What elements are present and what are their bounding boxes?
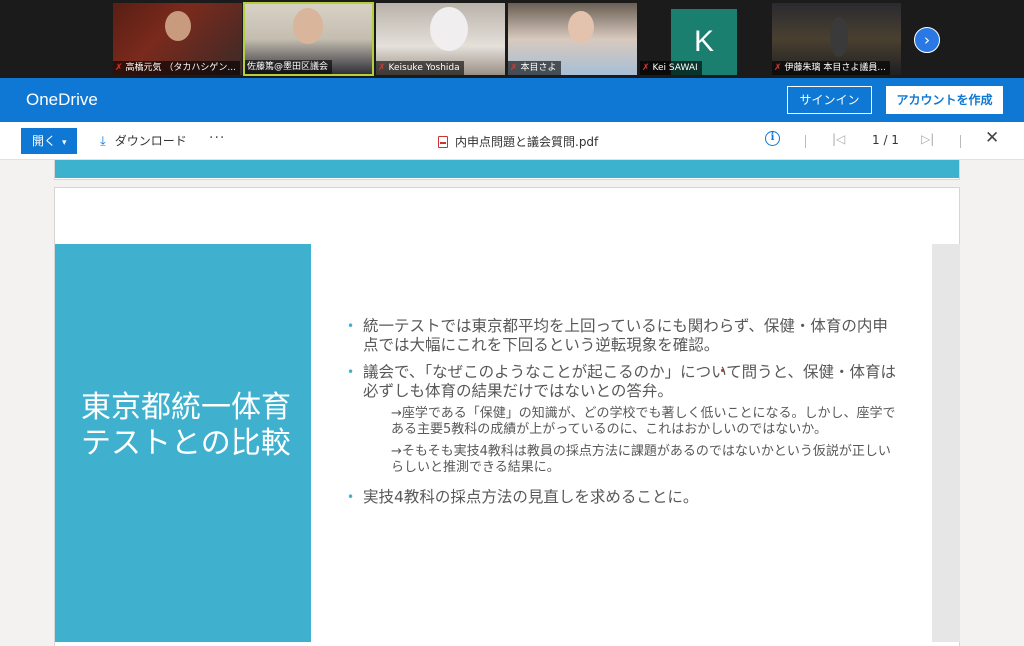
participant-name: 本目さよ xyxy=(520,63,557,73)
info-icon[interactable]: i xyxy=(765,131,780,146)
divider xyxy=(805,135,806,148)
participant-tile[interactable]: ✗ 本目さよ xyxy=(507,2,638,76)
first-page-icon[interactable]: |◁ xyxy=(832,132,845,146)
bullet-item: 統一テストでは東京都平均を上回っているにも関わらず、保健・体育の内申点では大幅に… xyxy=(347,317,897,355)
slide-title: 東京都統一体育テストとの比較 xyxy=(81,390,291,461)
signin-button[interactable]: サインイン xyxy=(787,86,872,114)
brand-title[interactable]: OneDrive xyxy=(26,90,98,110)
more-options-button[interactable]: ··· xyxy=(209,130,225,146)
previous-page-edge xyxy=(54,160,960,180)
file-name: 内申点問題と議会質問.pdf xyxy=(455,135,599,149)
sub-item: →そもそも実技4教科は教員の採点方法に課題があるのではないかという仮説が正しいら… xyxy=(391,444,891,475)
download-icon: ⤓ xyxy=(100,134,106,149)
participant-tile-active[interactable]: 佐藤篤@墨田区議会 xyxy=(243,2,374,76)
last-page-icon[interactable]: ▷| xyxy=(921,132,934,146)
participant-name: 高橋元気 （タカハシゲン... xyxy=(125,63,236,73)
participant-name: Kei SAWAI xyxy=(652,63,698,73)
pdf-file-icon xyxy=(438,136,448,148)
create-account-button[interactable]: アカウントを作成 xyxy=(886,86,1003,114)
close-icon[interactable]: ✕ xyxy=(985,128,999,148)
page-counter: 1 / 1 xyxy=(872,133,899,147)
slide-body: 統一テストでは東京都平均を上回っているにも関わらず、保健・体育の内申点では大幅に… xyxy=(347,317,897,515)
mic-muted-icon: ✗ xyxy=(510,63,518,73)
mic-muted-icon: ✗ xyxy=(115,63,123,73)
participant-name: Keisuke Yoshida xyxy=(388,63,460,73)
mic-muted-icon: ✗ xyxy=(642,63,650,73)
chevron-right-icon[interactable]: › xyxy=(914,27,940,53)
participant-name: 佐藤篤@墨田区議会 xyxy=(247,62,329,72)
pdf-page: 東京都統一体育テストとの比較 統一テストでは東京都平均を上回っているにも関わらず… xyxy=(54,187,960,646)
mic-muted-icon: ✗ xyxy=(378,63,386,73)
file-title: 内申点問題と議会質問.pdf xyxy=(438,133,598,150)
participant-name: 伊藤朱璃 本目さよ議員... xyxy=(784,63,886,73)
participant-tile[interactable]: ✗ Keisuke Yoshida xyxy=(375,2,506,76)
download-label: ダウンロード xyxy=(114,134,187,148)
document-viewer[interactable]: 東京都統一体育テストとの比較 統一テストでは東京都平均を上回っているにも関わらず… xyxy=(0,160,1024,646)
divider xyxy=(960,135,961,148)
viewer-toolbar: 開く ▾ ⤓ ダウンロード ··· 内申点問題と議会質問.pdf i |◁ 1 / … xyxy=(0,122,1024,160)
open-button[interactable]: 開く ▾ xyxy=(21,128,77,154)
bullet-item: 実技4教科の採点方法の見直しを求めることに。 xyxy=(347,488,897,507)
mic-muted-icon: ✗ xyxy=(774,63,782,73)
bullet-item: 議会で、「なぜこのようなことが起こるのか」について問うと、保健・体育は必ずしも体… xyxy=(347,363,897,401)
participant-tile[interactable]: K ✗ Kei SAWAI xyxy=(639,2,770,76)
participant-tile[interactable]: ✗ 伊藤朱璃 本目さよ議員... xyxy=(771,2,902,76)
onedrive-header: OneDrive サインイン アカウントを作成 xyxy=(0,78,1024,122)
sub-item: →座学である「保健」の知識が、どの学校でも著しく低いことになる。しかし、座学であ… xyxy=(391,406,896,437)
slide-title-panel: 東京都統一体育テストとの比較 xyxy=(55,244,311,642)
participant-strip: ✗ 高橋元気 （タカハシゲン... 佐藤篤@墨田区議会 ✗ Keisuke Yosh… xyxy=(0,0,1024,78)
open-label: 開く xyxy=(32,134,57,148)
chevron-down-icon: ▾ xyxy=(62,138,67,148)
download-button[interactable]: ⤓ ダウンロード xyxy=(100,132,187,149)
slide-side-strip xyxy=(932,244,960,642)
participant-tile[interactable]: ✗ 高橋元気 （タカハシゲン... xyxy=(112,2,243,76)
